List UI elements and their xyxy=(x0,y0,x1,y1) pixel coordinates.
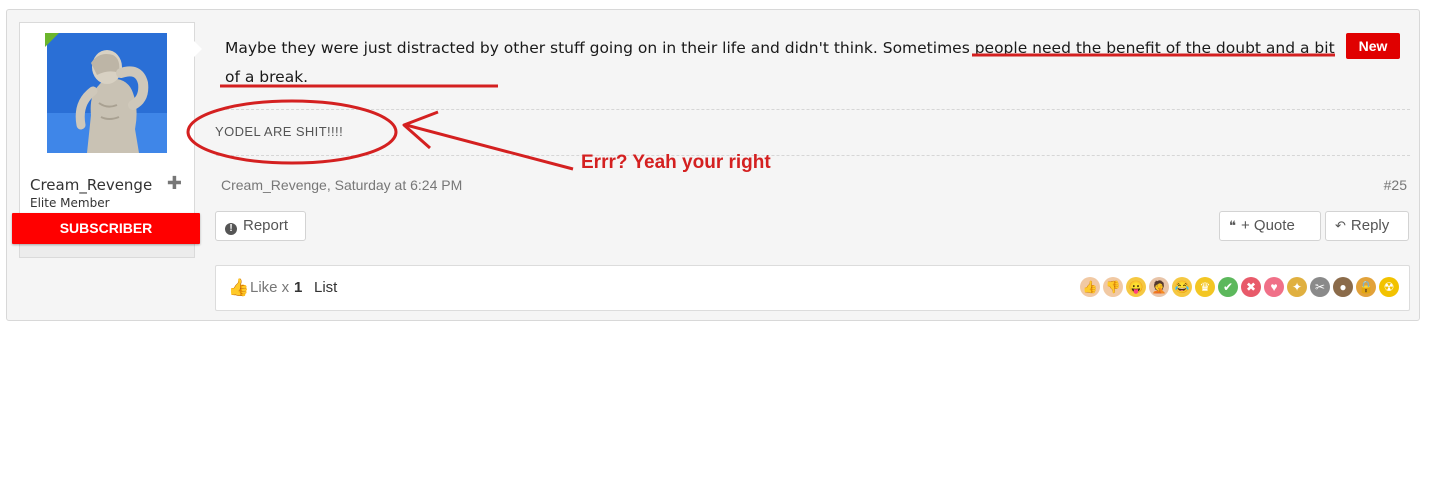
username-link[interactable]: Cream_Revenge xyxy=(30,176,152,194)
cross-icon[interactable]: ✖ xyxy=(1241,277,1261,297)
likes-bar: 👍 Like x 1 List 👍 👎 😛 🤦 😂 ♛ ✔ ✖ ♥ ✦ ✂ ● 🔒 ☢ xyxy=(215,265,1410,311)
tongue-face-icon[interactable]: 😛 xyxy=(1126,277,1146,297)
new-badge: New xyxy=(1346,33,1400,59)
dislike-icon[interactable]: 👎 xyxy=(1103,277,1123,297)
radioactive-icon[interactable]: ☢ xyxy=(1379,277,1399,297)
expand-plus-icon[interactable]: ✚ xyxy=(167,173,182,194)
quote-label: + Quote xyxy=(1241,217,1295,234)
tools-icon[interactable]: ✂ xyxy=(1310,277,1330,297)
avatar-container xyxy=(20,23,202,164)
post-text: Maybe they were just distracted by other… xyxy=(225,39,878,57)
like-icon[interactable]: 👍 xyxy=(1080,277,1100,297)
avatar[interactable] xyxy=(47,33,167,153)
heart-icon[interactable]: ♥ xyxy=(1264,277,1284,297)
online-indicator-icon xyxy=(45,33,59,47)
user-title: Elite Member xyxy=(30,196,110,210)
divider xyxy=(216,109,1410,110)
annotation-text: Errr? Yeah your right xyxy=(581,152,771,173)
report-button[interactable]: ! Report xyxy=(215,211,306,241)
quote-button[interactable]: ❝ + Quote xyxy=(1219,211,1321,241)
reply-label: Reply xyxy=(1350,217,1390,234)
subscriber-badge: SUBSCRIBER xyxy=(12,213,200,244)
likes-list-link[interactable]: List xyxy=(314,279,337,296)
reply-button[interactable]: ↶ Reply xyxy=(1325,211,1409,241)
poop-icon[interactable]: ● xyxy=(1333,277,1353,297)
like-count: 1 xyxy=(294,279,303,296)
post-number-link[interactable]: #25 xyxy=(1384,177,1407,193)
reply-arrow-icon: ↶ xyxy=(1335,218,1346,233)
post-body: Maybe they were just distracted by other… xyxy=(225,34,1345,92)
report-label: Report xyxy=(243,217,289,234)
laugh-icon[interactable]: 😂 xyxy=(1172,277,1192,297)
quote-icon: ❝ xyxy=(1229,218,1236,233)
like-label: Like x xyxy=(250,279,290,296)
signature: YODEL ARE SHIT!!!! xyxy=(215,124,344,139)
lock-icon[interactable]: 🔒 xyxy=(1356,277,1376,297)
thumbs-up-icon: 👍 xyxy=(228,278,250,297)
medal-icon[interactable]: ✦ xyxy=(1287,277,1307,297)
check-icon[interactable]: ✔ xyxy=(1218,277,1238,297)
alert-icon: ! xyxy=(225,223,237,235)
crown-icon[interactable]: ♛ xyxy=(1195,277,1215,297)
divider xyxy=(216,155,1410,156)
reaction-icons: 👍 👎 😛 🤦 😂 ♛ ✔ ✖ ♥ ✦ ✂ ● 🔒 ☢ xyxy=(1080,277,1399,297)
post-meta[interactable]: Cream_Revenge, Saturday at 6:24 PM xyxy=(221,177,462,193)
facepalm-icon[interactable]: 🤦 xyxy=(1149,277,1169,297)
